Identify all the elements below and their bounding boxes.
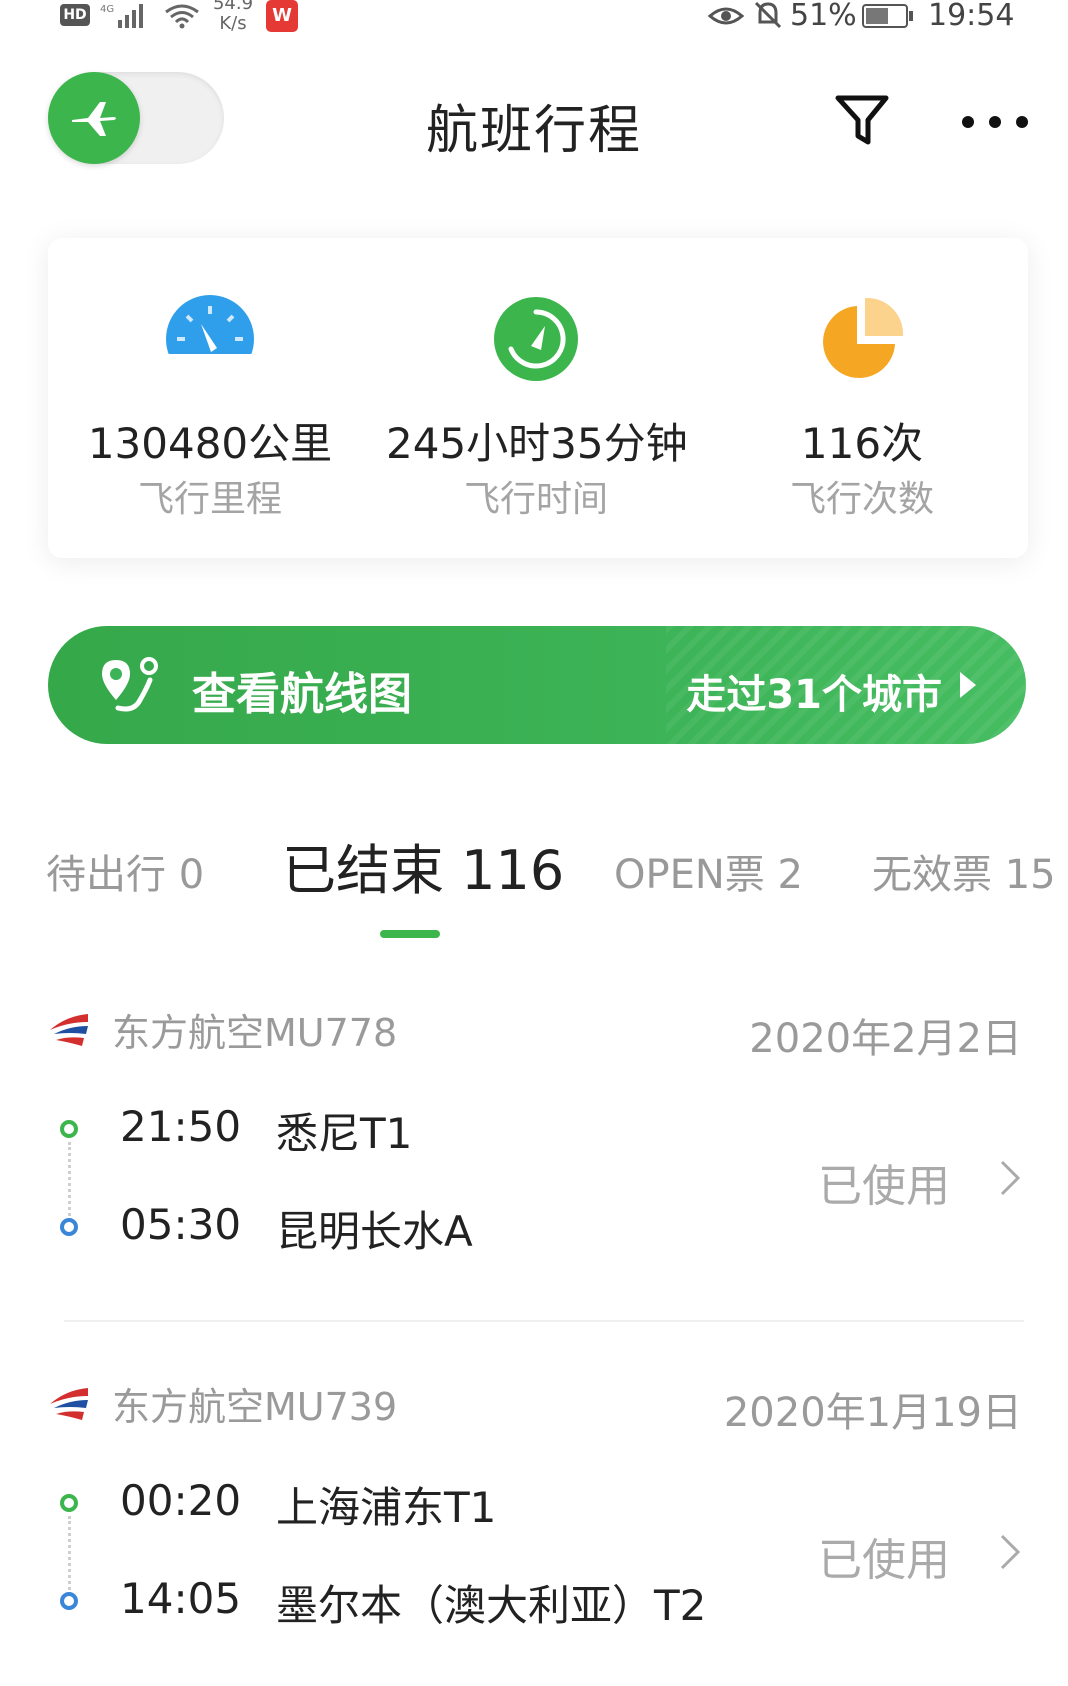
status-tabs: 待出行 0 已结束 116 OPEN票 2 无效票 15 [0,826,1068,938]
stat-value: 245小时35分钟 [386,419,688,468]
more-options-icon[interactable] [960,104,1030,140]
depart-place: 上海浦东T1 [276,1483,497,1532]
stat-value: 116次 [800,419,924,468]
flight-card[interactable]: 东方航空MU739 2020年1月19日 00:20 上海浦东T1 14:05 … [0,1376,1068,1686]
eye-icon [708,7,744,25]
flight-card[interactable]: 东方航空MU778 2020年2月2日 21:50 悉尼T1 05:30 昆明长… [0,1002,1068,1322]
filter-icon[interactable] [832,90,892,150]
depart-dot [60,1494,78,1512]
depart-place: 悉尼T1 [276,1109,413,1158]
stat-value: 130480公里 [87,419,333,468]
ticket-status: 已使用 [818,1161,950,1212]
depart-time: 00:20 [120,1476,242,1525]
airline-name: 东方航空MU739 [112,1385,398,1429]
divider [64,1320,1024,1322]
arrive-dot [60,1218,78,1236]
speedometer-icon [165,295,255,384]
svg-text:4G: 4G [100,4,114,15]
play-arrow-icon [960,672,976,698]
tab-indicator [380,930,440,938]
status-bar: HD 4G 54.9 K/s W 51% 19:54 [0,0,1068,44]
stat-mileage: 130480公里 飞行里程 [60,238,360,558]
stat-label: 飞行次数 [789,479,934,520]
hd-indicator: HD [60,4,90,26]
tab-upcoming[interactable]: 待出行 0 [46,842,204,900]
signal-icon: 4G [100,4,143,28]
chevron-right-icon [1000,1534,1021,1570]
tab-open-ticket[interactable]: OPEN票 2 [614,842,803,900]
stats-card: 130480公里 飞行里程 245小时35分钟 飞行时间 116次 飞行次数 [48,238,1028,558]
app-notification-badge: W [266,0,298,32]
arrive-place: 墨尔本（澳大利亚）T2 [276,1581,707,1630]
bell-muted-icon [754,1,782,29]
stat-duration: 245小时35分钟 飞行时间 [386,238,688,558]
tab-completed[interactable]: 已结束 116 [282,826,564,905]
airline-logo-icon [50,1388,88,1420]
stat-label: 飞行时间 [463,479,608,520]
flight-date: 2020年2月2日 [749,1016,1022,1062]
stat-label: 飞行里程 [137,479,282,520]
flight-date: 2020年1月19日 [723,1390,1022,1436]
arrive-time: 14:05 [120,1574,242,1623]
stat-count: 116次 飞行次数 [712,238,1012,558]
pie-icon [823,297,904,378]
page-title: 航班行程 [425,101,642,161]
chevron-right-icon [1000,1160,1021,1196]
airline-logo-icon [50,1014,88,1046]
route-map-banner[interactable]: 查看航线图 走过31个城市 [48,626,1026,744]
depart-time: 21:50 [120,1102,242,1151]
banner-label: 查看航线图 [192,669,412,720]
network-speed: 54.9 K/s [212,0,254,34]
tab-invalid-ticket[interactable]: 无效票 15 [872,842,1056,900]
wifi-icon [165,4,199,29]
battery-percent: 51% [790,0,857,33]
battery-icon [862,4,913,28]
leg-connector [68,1516,71,1590]
depart-dot [60,1120,78,1138]
arrive-time: 05:30 [120,1200,242,1249]
route-map-icon [102,657,158,712]
clock: 19:54 [928,0,1015,33]
arrive-place: 昆明长水A [276,1207,473,1256]
arrive-dot [60,1592,78,1610]
leg-connector [68,1142,71,1216]
airline-name: 东方航空MU778 [112,1011,398,1055]
cities-visited: 走过31个城市 [686,672,942,718]
ticket-status: 已使用 [818,1535,950,1586]
timer-icon [494,297,578,381]
